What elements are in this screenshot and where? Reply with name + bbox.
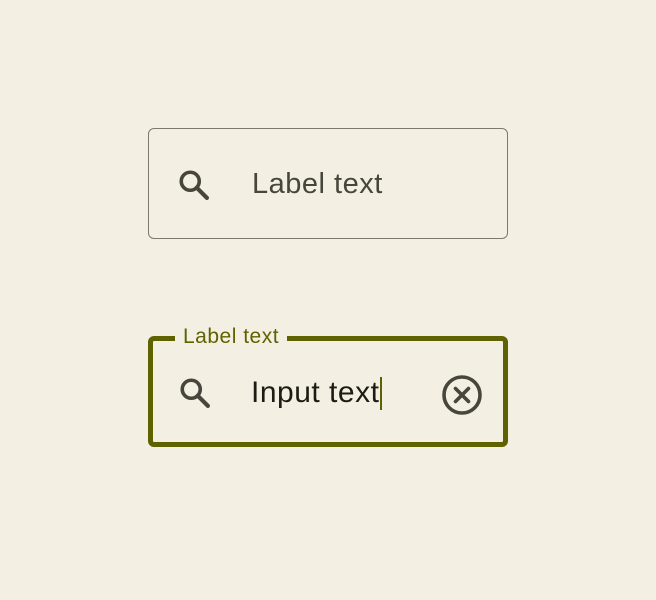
search-input[interactable]: Input text: [251, 373, 383, 413]
clear-icon[interactable]: [440, 373, 484, 417]
search-field-default[interactable]: Label text: [148, 128, 508, 239]
text-caret: [380, 376, 383, 410]
search-icon: [176, 167, 212, 203]
search-input-value: Input text: [251, 376, 380, 409]
search-field-focused[interactable]: Label text Input text: [148, 324, 508, 447]
search-field-label: Label text: [175, 324, 288, 350]
search-icon: [177, 375, 213, 411]
search-field-placeholder: Label text: [252, 168, 383, 200]
